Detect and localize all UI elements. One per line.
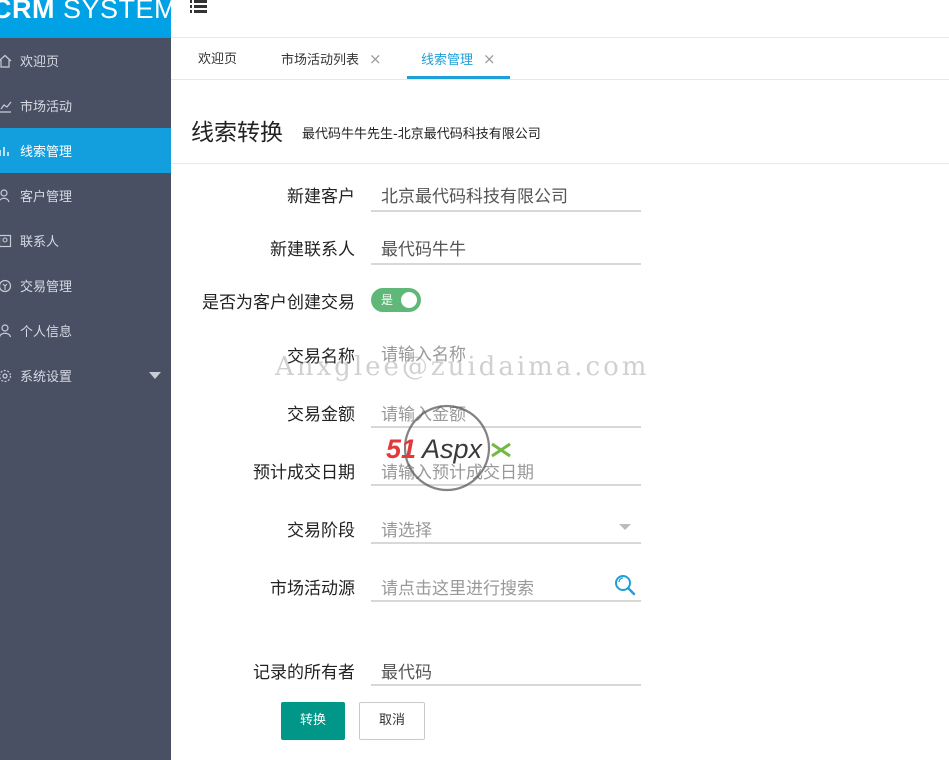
- sidebar-item-label: 市场活动: [20, 100, 73, 115]
- tab-label: 线索管理: [421, 53, 474, 68]
- sidebar-item-profile[interactable]: 个人信息: [0, 308, 171, 353]
- new-customer-label: 新建客户: [287, 187, 355, 207]
- sidebar-item-label: 个人信息: [20, 325, 73, 340]
- settings-icon: [0, 369, 12, 382]
- tab-welcome[interactable]: 欢迎页: [184, 38, 251, 79]
- sidebar-item-label: 联系人: [20, 235, 60, 250]
- activity-source-input[interactable]: 请点击这里进行搜索: [371, 562, 641, 602]
- form-row-new-customer: 新建客户 北京最代码科技有限公司: [171, 168, 949, 216]
- sidebar-item-transaction[interactable]: 交易管理: [0, 263, 171, 308]
- contact-icon: [0, 234, 12, 247]
- form-row-owner: 记录的所有者 最代码: [171, 644, 949, 692]
- brand-bold: CRM: [0, 0, 55, 24]
- new-customer-value: 北京最代码科技有限公司: [381, 187, 568, 207]
- user-icon: [0, 323, 12, 337]
- toggle-knob: [401, 292, 417, 308]
- page-subtitle: 最代码牛牛先生-北京最代码科技有限公司: [302, 127, 541, 142]
- chart-icon: [0, 101, 12, 113]
- menu-toggle-icon[interactable]: [190, 0, 210, 18]
- sidebar-item-clue[interactable]: 线索管理: [0, 128, 171, 173]
- tab-market-list[interactable]: 市场活动列表 ×: [267, 38, 396, 79]
- page-header: 线索转换 最代码牛牛先生-北京最代码科技有限公司: [171, 80, 949, 164]
- transaction-date-label: 预计成交日期: [253, 463, 355, 483]
- owner-field[interactable]: 最代码: [371, 646, 641, 686]
- owner-label: 记录的所有者: [253, 663, 355, 683]
- form-row-transaction-amount: 交易金额 请输入金额: [171, 386, 949, 434]
- sidebar-item-welcome[interactable]: 欢迎页: [0, 38, 171, 83]
- form-row-create-transaction: 是否为客户创建交易 是: [171, 278, 949, 326]
- chevron-down-icon[interactable]: [149, 372, 161, 379]
- tab-label: 欢迎页: [198, 52, 238, 67]
- sidebar-item-contact[interactable]: 联系人: [0, 218, 171, 263]
- toggle-text: 是: [381, 293, 394, 307]
- chevron-down-icon: [619, 524, 631, 530]
- sidebar-item-market[interactable]: 市场活动: [0, 83, 171, 128]
- sidebar-item-label: 线索管理: [20, 145, 73, 160]
- brand-rest: SYSTEM: [55, 0, 171, 24]
- sidebar-item-label: 客户管理: [20, 190, 73, 205]
- cancel-button[interactable]: 取消: [359, 702, 425, 740]
- close-icon[interactable]: ×: [483, 50, 496, 68]
- sidebar: CRM SYSTEM 欢迎页 市场活动 线索管理 客户管理 联系人 交易管理 个…: [0, 0, 171, 760]
- activity-source-placeholder: 请点击这里进行搜索: [381, 579, 534, 599]
- owner-value: 最代码: [381, 663, 432, 683]
- transaction-stage-placeholder: 请选择: [381, 521, 432, 541]
- crm-app: CRM SYSTEM 欢迎页 市场活动 线索管理 客户管理 联系人 交易管理 个…: [0, 0, 949, 760]
- watermark-logo: 51 Aspx: [386, 404, 511, 492]
- top-header: [171, 0, 949, 38]
- create-transaction-label: 是否为客户创建交易: [202, 293, 355, 313]
- create-transaction-toggle[interactable]: 是: [371, 288, 421, 312]
- sidebar-item-label: 系统设置: [20, 370, 73, 385]
- sidebar-item-label: 交易管理: [20, 280, 73, 295]
- new-contact-field[interactable]: 最代码牛牛: [371, 225, 641, 265]
- sidebar-item-settings[interactable]: 系统设置: [0, 353, 171, 398]
- watermark-logo-dark: Aspx: [420, 434, 484, 464]
- convert-button[interactable]: 转换: [281, 702, 345, 740]
- brand-logo: CRM SYSTEM: [0, 0, 171, 38]
- tab-clue-management[interactable]: 线索管理 ×: [407, 38, 510, 79]
- watermark-text: Anxglee@zuidaima.com: [275, 352, 650, 382]
- transaction-stage-label: 交易阶段: [287, 521, 355, 541]
- search-icon[interactable]: [613, 573, 637, 597]
- customer-icon: [0, 188, 10, 202]
- form-row-activity-source: 市场活动源 请点击这里进行搜索: [171, 560, 949, 608]
- tab-bar: 欢迎页 市场活动列表 × 线索管理 ×: [171, 38, 949, 80]
- sidebar-item-customer[interactable]: 客户管理: [0, 173, 171, 218]
- close-icon[interactable]: ×: [369, 50, 382, 68]
- watermark-logo-red: 51: [386, 434, 416, 464]
- new-contact-label: 新建联系人: [270, 240, 355, 260]
- activity-source-label: 市场活动源: [270, 579, 355, 599]
- tab-label: 市场活动列表: [281, 53, 360, 68]
- form-row-transaction-stage: 交易阶段 请选择: [171, 502, 949, 550]
- new-contact-value: 最代码牛牛: [381, 240, 466, 260]
- form-row-transaction-date: 预计成交日期 请输入预计成交日期: [171, 444, 949, 492]
- home-icon: [0, 54, 12, 68]
- sidebar-nav: 欢迎页 市场活动 线索管理 客户管理 联系人 交易管理 个人信息 系统设置: [0, 38, 171, 398]
- form-row-new-contact: 新建联系人 最代码牛牛: [171, 221, 949, 269]
- transaction-stage-select[interactable]: 请选择: [371, 504, 641, 544]
- page-title: 线索转换: [191, 120, 283, 146]
- transaction-icon: [0, 279, 12, 292]
- new-customer-field[interactable]: 北京最代码科技有限公司: [371, 172, 641, 212]
- clue-icon: [0, 146, 9, 156]
- sidebar-item-label: 欢迎页: [20, 55, 60, 70]
- transaction-amount-label: 交易金额: [287, 405, 355, 425]
